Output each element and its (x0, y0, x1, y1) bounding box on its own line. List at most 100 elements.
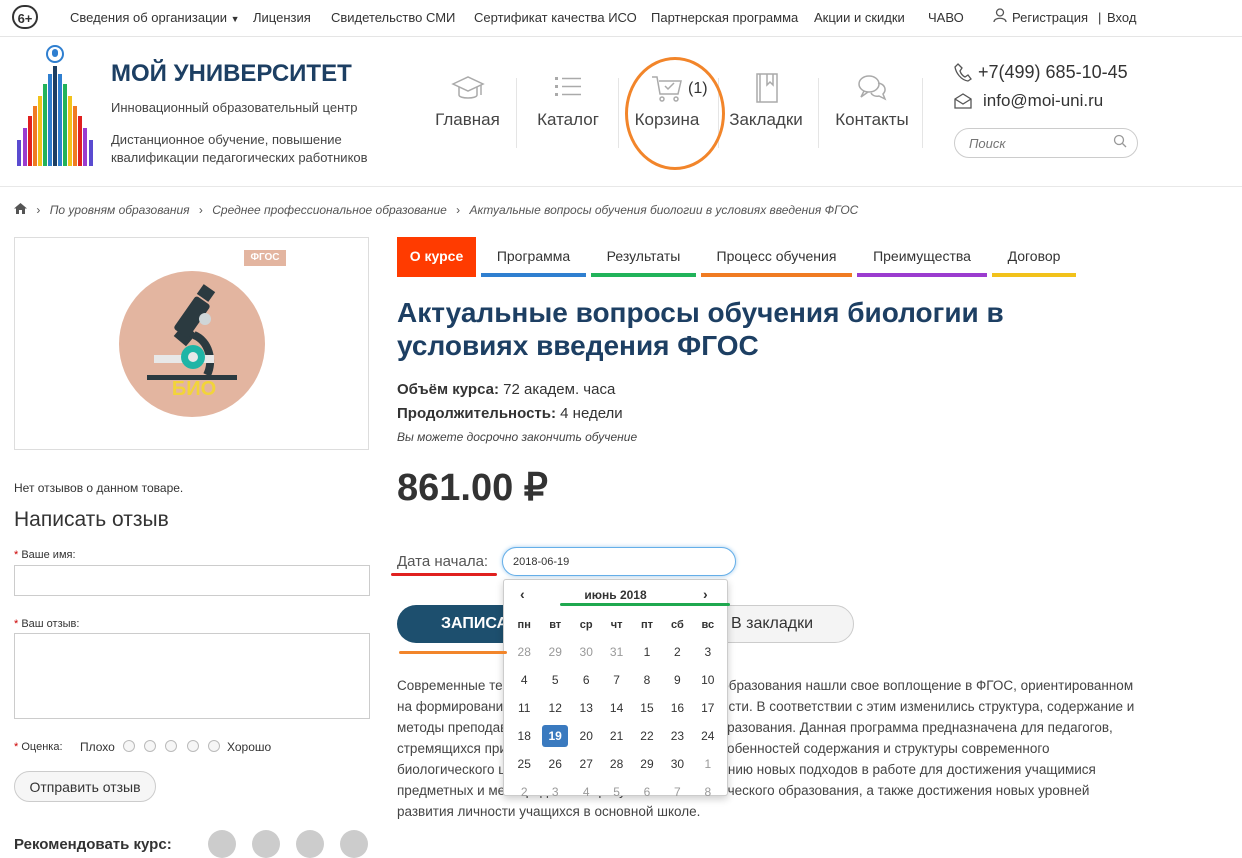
calendar-day[interactable]: 12 (539, 694, 571, 722)
nav-divider (922, 78, 923, 148)
calendar-day[interactable]: 6 (571, 666, 601, 694)
breadcrumb-item[interactable]: Среднее профессиональное образование (212, 203, 447, 217)
list-icon (530, 70, 606, 110)
topnav-org-info[interactable]: Сведения об организации ▼ (70, 10, 240, 25)
tab-about[interactable]: О курсе (397, 237, 476, 277)
price: 861.00 ₽ (397, 467, 548, 509)
weekday-header: пт (640, 619, 653, 631)
calendar-day[interactable]: 8 (632, 666, 662, 694)
topnav-faq[interactable]: ЧАВО (928, 10, 964, 25)
email-link[interactable]: info@moi-uni.ru (983, 91, 1103, 111)
twitter-share-icon[interactable] (340, 830, 368, 858)
facebook-share-icon[interactable] (296, 830, 324, 858)
topnav-smi[interactable]: Свидетельство СМИ (331, 10, 455, 25)
name-input[interactable] (14, 565, 370, 596)
enroll-underline-annotation (399, 651, 507, 654)
calendar-day[interactable]: 21 (601, 722, 631, 750)
logo-title[interactable]: МОЙ УНИВЕРСИТЕТ (111, 60, 352, 88)
calendar-day[interactable]: 30 (571, 638, 601, 666)
rating-radio-2[interactable] (144, 740, 156, 752)
calendar-day[interactable]: 31 (601, 638, 631, 666)
calendar-grid: пн вт ср чт пт сб вс 28 29 30 31 1 2 3 4 5 6 7 8 9 10 11 12 13… (509, 612, 723, 806)
calendar-day[interactable]: 3 (539, 778, 571, 806)
topnav-iso[interactable]: Сертификат качества ИСО (474, 10, 637, 25)
weekday-header: вт (549, 619, 562, 631)
breadcrumb-separator: › (36, 203, 41, 217)
calendar-day[interactable]: 2 (509, 778, 539, 806)
calendar-day[interactable]: 13 (571, 694, 601, 722)
topnav-sales[interactable]: Акции и скидки (814, 10, 905, 25)
nav-home[interactable]: Главная (430, 70, 505, 160)
calendar-day[interactable]: 22 (632, 722, 662, 750)
calendar-day[interactable]: 18 (509, 722, 539, 750)
topnav-license[interactable]: Лицензия (253, 10, 311, 25)
login-link[interactable]: Вход (1107, 10, 1136, 25)
calendar-day[interactable]: 14 (601, 694, 631, 722)
weekday-header: сб (670, 619, 684, 631)
rating-radio-4[interactable] (187, 740, 199, 752)
calendar-day[interactable]: 15 (632, 694, 662, 722)
calendar-day[interactable]: 4 (571, 778, 601, 806)
rating-good-label: Хорошо (227, 740, 272, 754)
start-date-input[interactable] (502, 547, 736, 576)
vk-share-icon[interactable] (208, 830, 236, 858)
nav-catalog[interactable]: Каталог (530, 70, 606, 160)
calendar-day[interactable]: 25 (509, 750, 539, 778)
calendar-day[interactable]: 29 (539, 638, 571, 666)
search-icon[interactable] (1113, 134, 1127, 153)
calendar-month-title[interactable]: июнь 2018 (504, 588, 727, 602)
bookmark-book-icon (726, 70, 806, 110)
calendar-day[interactable]: 29 (632, 750, 662, 778)
tab-advantages[interactable]: Преимущества (857, 237, 987, 277)
search-input[interactable] (954, 128, 1138, 158)
calendar-day[interactable]: 1 (632, 638, 662, 666)
rating-radio-3[interactable] (165, 740, 177, 752)
odnoklassniki-share-icon[interactable] (252, 830, 280, 858)
submit-review-button[interactable]: Отправить отзыв (14, 771, 156, 802)
next-month-button[interactable]: › (703, 586, 708, 602)
nav-contacts[interactable]: Контакты (829, 70, 915, 160)
course-title: Актуальные вопросы обучения биологии в у… (397, 297, 1004, 361)
tab-results[interactable]: Результаты (591, 237, 696, 277)
rating-radio-5[interactable] (208, 740, 220, 752)
calendar-day[interactable]: 4 (509, 666, 539, 694)
calendar-day[interactable]: 26 (539, 750, 571, 778)
tab-contract[interactable]: Договор (992, 237, 1076, 277)
calendar-day[interactable]: 7 (662, 778, 692, 806)
graduation-cap-icon (430, 70, 505, 110)
tab-process[interactable]: Процесс обучения (701, 237, 852, 277)
breadcrumb-item[interactable]: По уровням образования (50, 203, 190, 217)
calendar-day[interactable]: 20 (571, 722, 601, 750)
register-link[interactable]: Регистрация (1012, 10, 1088, 25)
calendar-day[interactable]: 24 (693, 722, 723, 750)
calendar-day[interactable]: 23 (662, 722, 692, 750)
review-textarea[interactable] (14, 633, 370, 719)
calendar-day[interactable]: 5 (539, 666, 571, 694)
calendar-day[interactable]: 6 (632, 778, 662, 806)
topnav-partner[interactable]: Партнерская программа (651, 10, 798, 25)
calendar-day[interactable]: 28 (601, 750, 631, 778)
home-icon[interactable] (14, 203, 30, 217)
logo-icon[interactable] (12, 44, 98, 173)
calendar-day[interactable]: 3 (693, 638, 723, 666)
phone-number[interactable]: +7(499) 685-10-45 (978, 62, 1128, 83)
calendar-day[interactable]: 11 (509, 694, 539, 722)
calendar-day[interactable]: 27 (571, 750, 601, 778)
calendar-day[interactable]: 28 (509, 638, 539, 666)
calendar-day[interactable]: 30 (662, 750, 692, 778)
calendar-day[interactable]: 5 (601, 778, 631, 806)
calendar-day[interactable]: 9 (662, 666, 692, 694)
nav-divider (516, 78, 517, 148)
calendar-day[interactable]: 16 (662, 694, 692, 722)
calendar-day[interactable]: 10 (693, 666, 723, 694)
chat-bubbles-icon (829, 70, 915, 110)
tab-program[interactable]: Программа (481, 237, 586, 277)
calendar-day[interactable]: 2 (662, 638, 692, 666)
calendar-day[interactable]: 17 (693, 694, 723, 722)
nav-bookmarks[interactable]: Закладки (726, 70, 806, 160)
rating-radio-1[interactable] (123, 740, 135, 752)
calendar-day[interactable]: 1 (693, 750, 723, 778)
calendar-day[interactable]: 7 (601, 666, 631, 694)
calendar-day[interactable]: 8 (693, 778, 723, 806)
calendar-day[interactable]: 19 (539, 722, 571, 750)
